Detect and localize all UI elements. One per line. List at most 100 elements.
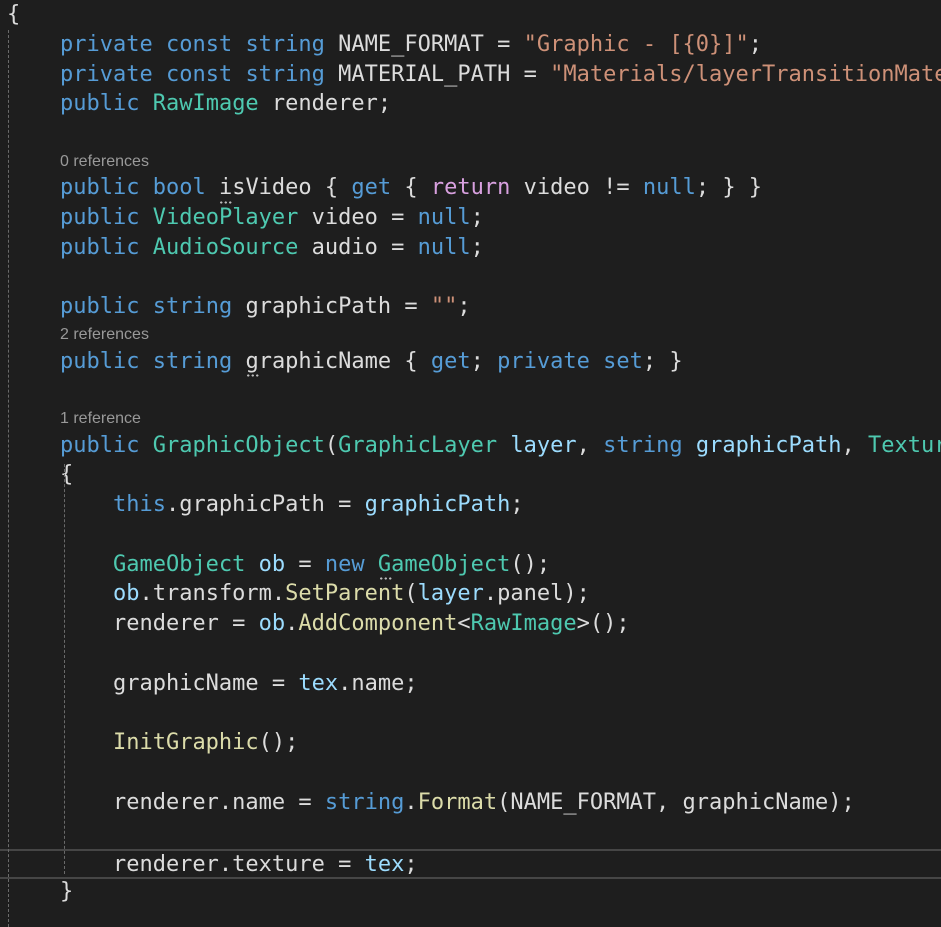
code-token: video != [510, 175, 643, 201]
code-token: private [59, 31, 153, 57]
code-token: InitGraphic [112, 730, 259, 755]
code-token: Format [417, 789, 498, 815]
code-token: ; [748, 31, 763, 57]
code-token: ; [510, 492, 524, 517]
code-token: ; [470, 205, 484, 230]
code-token: Textur [868, 432, 941, 458]
code-token: private [497, 348, 590, 374]
code-line: public string graphicName { get; private… [0, 347, 941, 377]
code-token: audio = [298, 234, 418, 260]
code-line: graphicName = tex.name; [0, 669, 941, 699]
code-token: "" [430, 294, 458, 320]
code-token: get [351, 175, 392, 201]
code-token: ; [470, 234, 484, 260]
code-token: tex [298, 670, 339, 696]
code-token: public [59, 432, 140, 458]
code-token: GraphicLayer [338, 432, 498, 458]
code-token: .panel); [483, 581, 590, 607]
code-token: { [7, 2, 21, 27]
code-line: { [0, 460, 941, 490]
code-line: GameObject ob = new GameObject(); [0, 550, 941, 580]
code-token: AudioSource [152, 234, 299, 260]
code-token: VideoPlayer [152, 205, 299, 230]
code-token: public [59, 294, 140, 320]
code-token: >(); [576, 611, 630, 636]
code-token: (); [510, 551, 551, 577]
code-token: .transform. [139, 581, 286, 607]
code-token: bool [152, 175, 206, 201]
code-token: public [59, 91, 140, 117]
suggestion-dots-graphicname [246, 374, 260, 377]
code-token: string [603, 432, 683, 458]
code-token: , [576, 432, 604, 458]
code-line: public bool isVideo { get { return video… [0, 173, 941, 203]
code-token: .graphicPath = [165, 492, 365, 517]
code-line: { [0, 0, 941, 30]
code-token: RawImage [470, 611, 577, 636]
code-line: public GraphicObject(GraphicLayer layer,… [0, 431, 941, 461]
code-token: ob [112, 581, 140, 607]
code-token: { [391, 175, 431, 201]
codelens-references[interactable]: 0 references [0, 149, 941, 174]
code-token: graphicPath [695, 432, 842, 458]
code-line: renderer = ob.AddComponent<RawImage>(); [0, 609, 941, 639]
code-line: private const string NAME_FORMAT = "Grap… [0, 30, 941, 60]
code-line: public VideoPlayer video = null; [0, 203, 941, 233]
codelens-references[interactable]: 2 references [0, 322, 941, 347]
codelens-references[interactable]: 1 reference [0, 406, 941, 431]
code-token: ( [324, 432, 339, 458]
code-token: .name; [338, 670, 418, 696]
code-token: GraphicObject [152, 432, 325, 458]
code-token: string [324, 789, 405, 815]
code-token: RawImage [152, 91, 259, 117]
code-token: new [324, 551, 365, 577]
code-token: string [152, 294, 233, 320]
code-token: public [59, 175, 140, 201]
code-token: renderer.texture = [7, 852, 365, 877]
code-editor[interactable]: { private const string NAME_FORMAT = "Gr… [0, 0, 941, 927]
code-token: = [285, 551, 325, 577]
code-token: string [245, 31, 325, 57]
suggestion-dots-gameobject [379, 577, 393, 580]
code-token: < [457, 611, 471, 636]
code-token: ob [258, 551, 286, 577]
code-token: renderer = [7, 611, 259, 636]
code-line: private const string MATERIAL_PATH = "Ma… [0, 60, 941, 90]
code-token: renderer; [258, 91, 392, 117]
code-token: null [417, 205, 471, 230]
code-token: get [430, 348, 471, 374]
code-token: graphicPath [364, 492, 511, 517]
code-token: set [603, 348, 643, 374]
code-token: graphicName { [232, 348, 431, 374]
code-token: ; [457, 294, 471, 320]
code-token: AddComponent [298, 611, 458, 636]
code-token: NAME_FORMAT = [324, 31, 524, 57]
code-token: . [285, 611, 299, 636]
suggestion-dots-isvideo [219, 201, 233, 204]
code-token: graphicName = [7, 670, 299, 696]
code-token: public [59, 348, 140, 374]
